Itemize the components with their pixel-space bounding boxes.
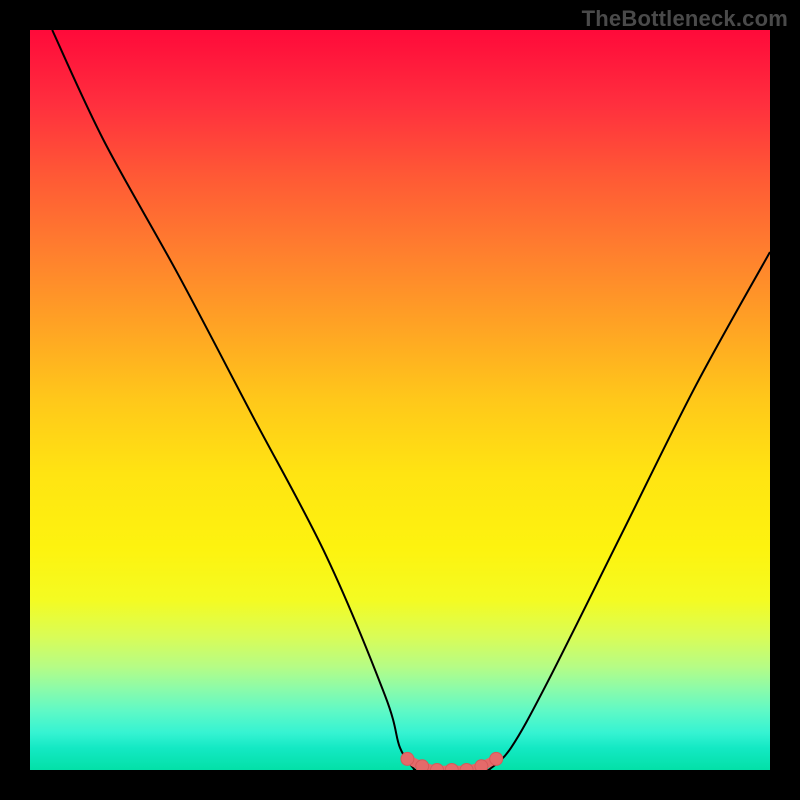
valley-marker: [416, 760, 429, 770]
bottleneck-curve: [52, 30, 770, 770]
valley-marker: [401, 752, 414, 765]
chart-frame: TheBottleneck.com: [0, 0, 800, 800]
plot-area: [30, 30, 770, 770]
valley-marker: [460, 764, 473, 771]
valley-marker: [445, 764, 458, 771]
watermark-text: TheBottleneck.com: [582, 6, 788, 32]
chart-svg: [30, 30, 770, 770]
valley-marker: [490, 752, 503, 765]
valley-marker: [431, 764, 444, 771]
series-lines: [52, 30, 770, 770]
valley-marker: [475, 760, 488, 770]
